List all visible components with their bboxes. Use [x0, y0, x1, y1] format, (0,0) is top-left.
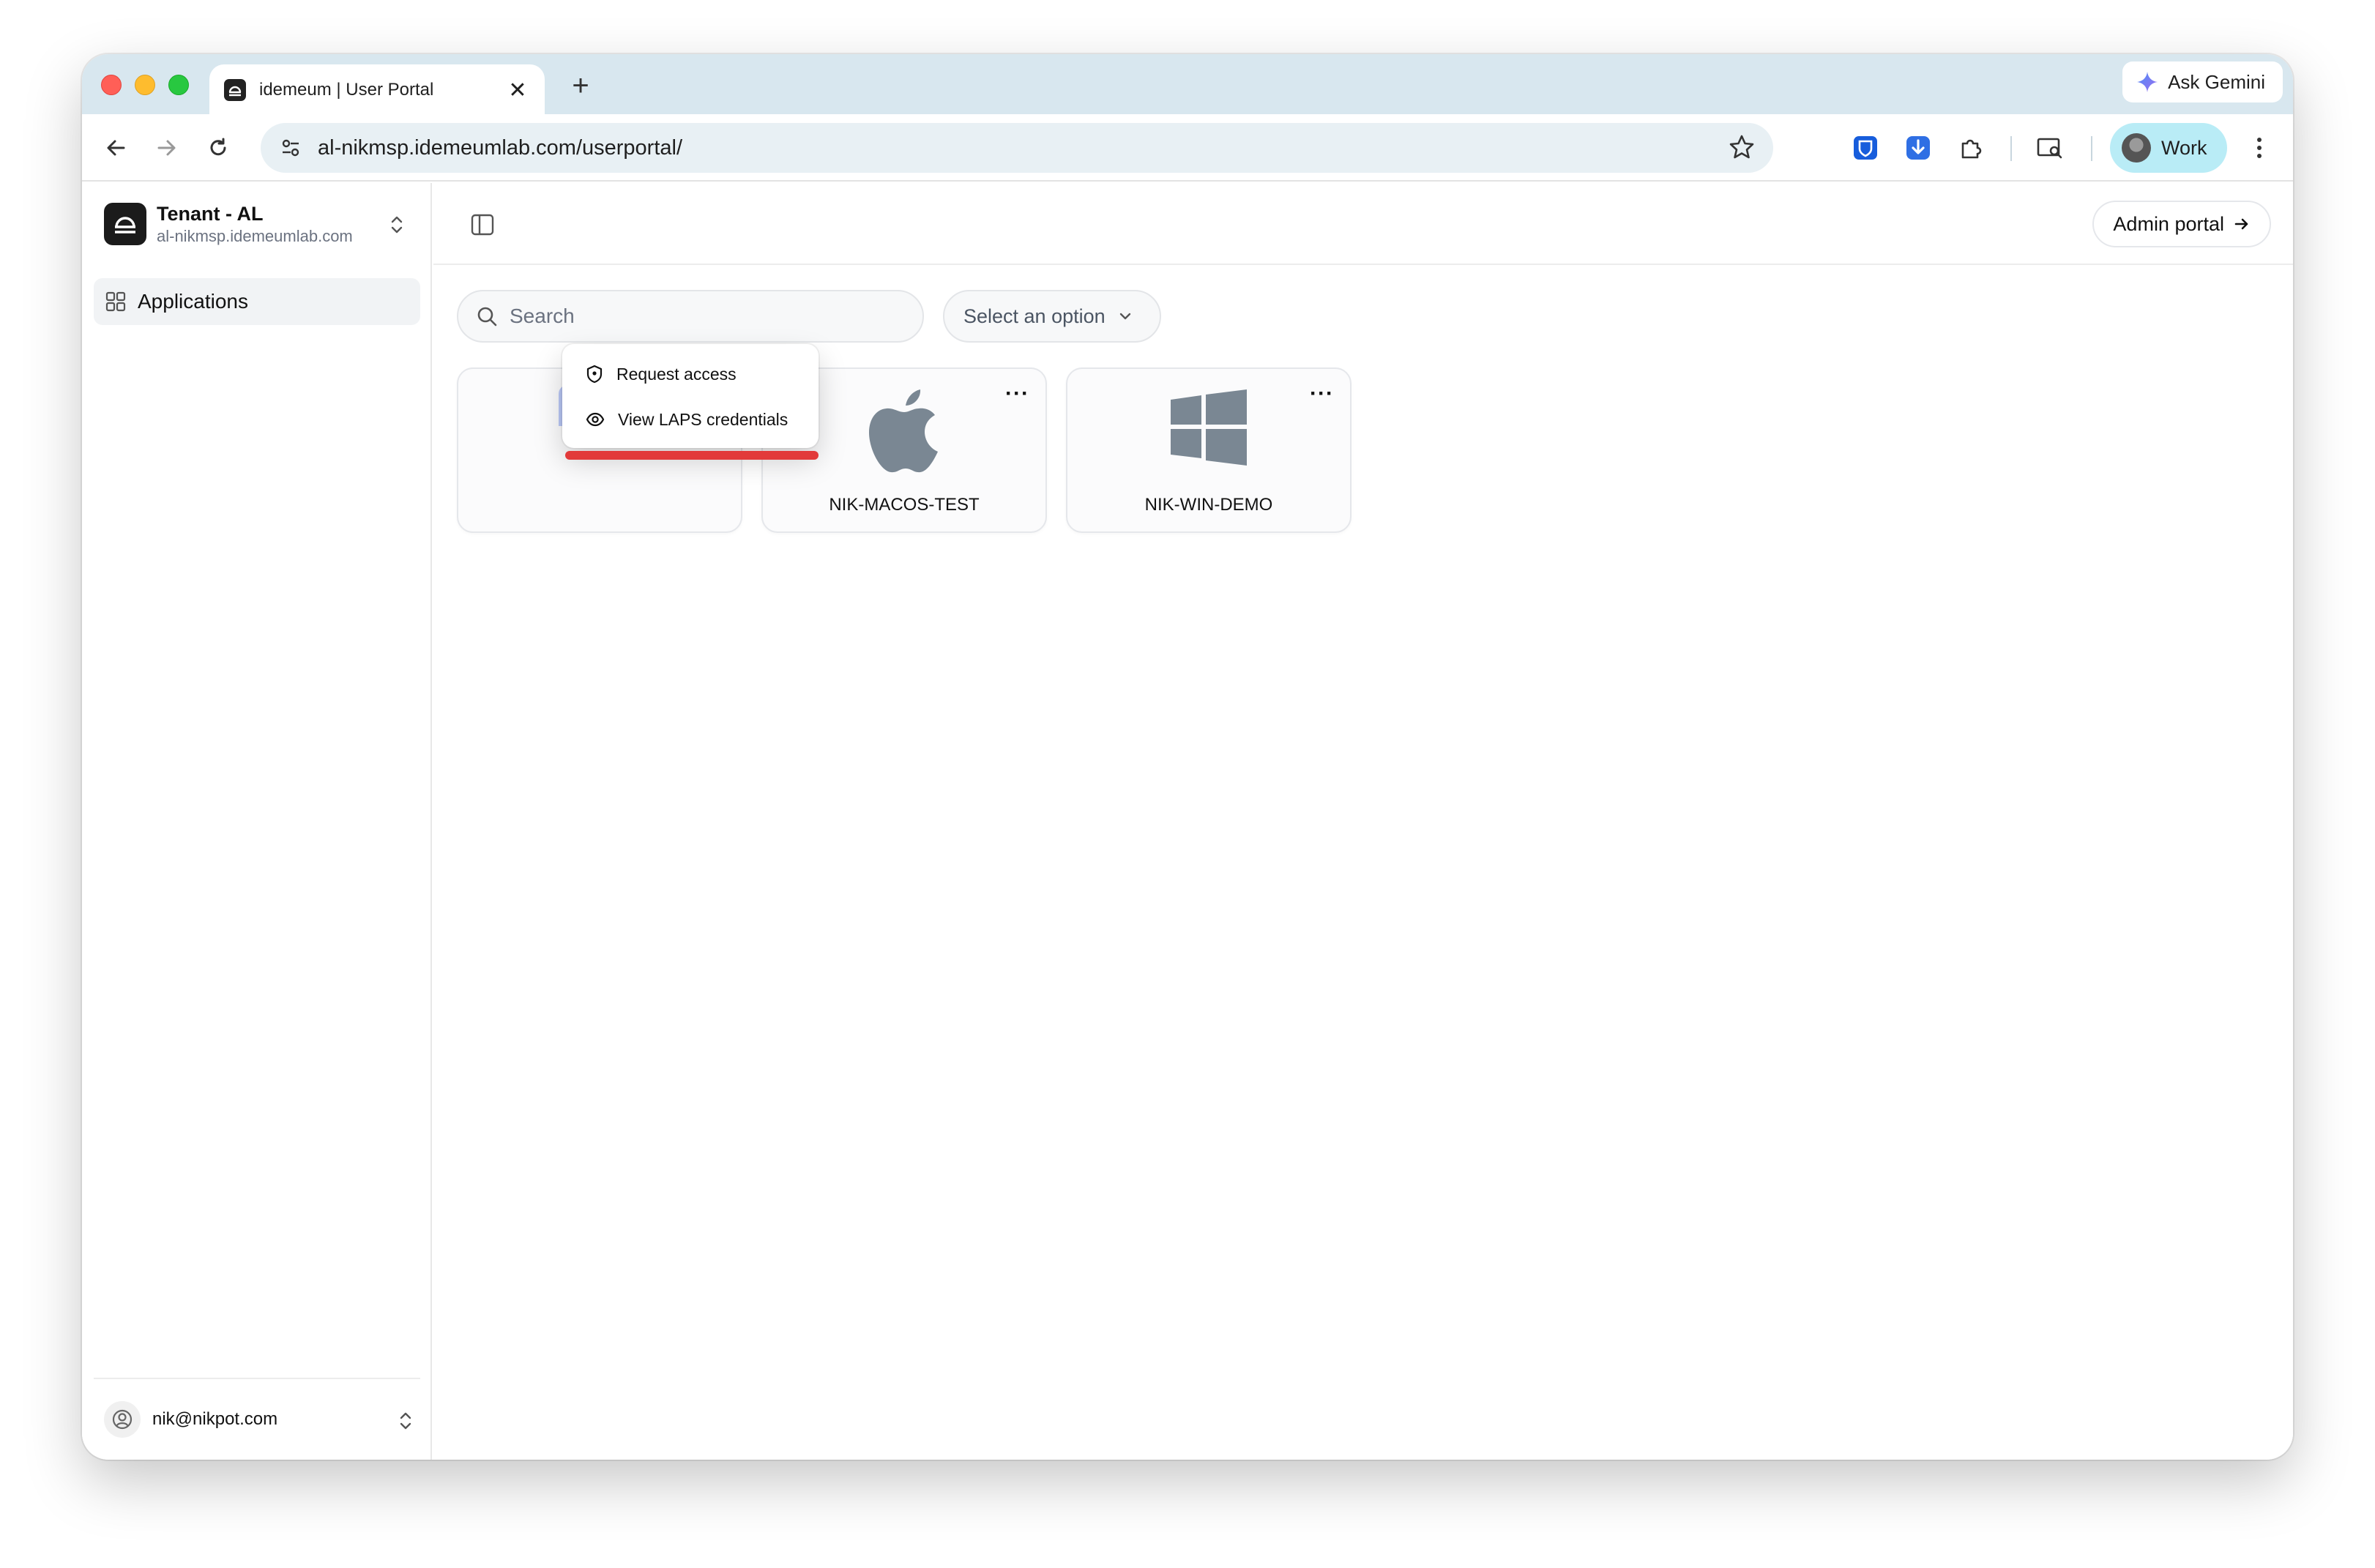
search-input[interactable]	[510, 305, 890, 328]
menu-item-label: Request access	[616, 364, 737, 384]
eye-icon	[586, 412, 605, 427]
browser-toolbar: al-nikmsp.idemeumlab.com/userportal/ Wor…	[82, 114, 2293, 182]
gemini-sparkle-icon	[2137, 72, 2158, 92]
menu-item-request-access[interactable]: Request access	[562, 351, 819, 397]
card-more-options-icon[interactable]: ···	[1310, 383, 1334, 405]
filter-select-label: Select an option	[963, 305, 1106, 327]
profile-chip[interactable]: Work	[2110, 123, 2227, 173]
menu-item-view-laps-credentials[interactable]: View LAPS credentials	[562, 397, 819, 442]
profile-avatar	[2122, 133, 2151, 163]
chevron-updown-icon	[398, 1410, 413, 1436]
arrow-right-icon	[2234, 218, 2248, 230]
app-context-menu: Request access View LAPS credentials	[562, 344, 819, 448]
menu-item-label: View LAPS credentials	[618, 409, 788, 429]
search-box[interactable]	[457, 290, 924, 343]
tenant-logo-icon	[104, 203, 146, 245]
profile-label: Work	[2161, 136, 2207, 159]
user-email: nik@nikpot.com	[152, 1409, 278, 1429]
sidebar-item-label: Applications	[138, 290, 248, 313]
close-window-button[interactable]	[101, 75, 122, 95]
forward-button[interactable]	[146, 127, 187, 168]
new-tab-button[interactable]: +	[562, 67, 599, 104]
maximize-window-button[interactable]	[168, 75, 189, 95]
app-name: NIK-MACOS-TEST	[829, 495, 980, 515]
card-more-options-icon[interactable]: ···	[1005, 383, 1029, 405]
grid-icon	[105, 291, 126, 312]
tab-favicon-icon	[224, 79, 246, 101]
cast-search-icon[interactable]	[2031, 129, 2069, 167]
toolbar-separator	[2091, 136, 2092, 161]
main-header: Admin portal	[433, 183, 2293, 265]
user-avatar-icon	[104, 1401, 141, 1438]
sidebar: Tenant - AL al-nikmsp.idemeumlab.com App…	[82, 183, 432, 1460]
tab-title: idemeum | User Portal	[259, 80, 434, 100]
address-bar[interactable]: al-nikmsp.idemeumlab.com/userportal/	[261, 123, 1773, 173]
chevron-down-icon	[1119, 313, 1130, 320]
bookmark-star-icon[interactable]	[1728, 133, 1756, 165]
forward-arrow-icon	[157, 140, 176, 156]
shield-icon	[586, 365, 603, 384]
title-bar: idemeum | User Portal ✕ + Ask Gemini	[82, 54, 2293, 116]
highlight-underline	[565, 451, 819, 460]
search-icon	[477, 307, 497, 326]
windows-icon	[1171, 389, 1247, 469]
main-content: Admin portal Select an option ···	[433, 183, 2293, 1460]
user-menu[interactable]: nik@nikpot.com	[94, 1378, 420, 1460]
back-button[interactable]	[95, 127, 136, 168]
download-extension-icon[interactable]	[1899, 129, 1937, 167]
tenant-switcher[interactable]: Tenant - AL al-nikmsp.idemeumlab.com	[104, 201, 411, 247]
bitwarden-extension-icon[interactable]	[1846, 129, 1884, 167]
toolbar-separator	[2010, 136, 2012, 161]
ask-gemini-button[interactable]: Ask Gemini	[2122, 61, 2283, 102]
extensions-puzzle-icon[interactable]	[1952, 129, 1990, 167]
browser-window: idemeum | User Portal ✕ + Ask Gemini al-	[82, 54, 2293, 1460]
app-name: NIK-WIN-DEMO	[1144, 495, 1273, 515]
browser-menu-icon[interactable]	[2240, 129, 2278, 167]
chevron-updown-icon	[389, 214, 404, 239]
admin-portal-button[interactable]: Admin portal	[2092, 201, 2271, 247]
site-settings-icon[interactable]	[272, 130, 309, 166]
filter-select[interactable]: Select an option	[943, 290, 1161, 343]
apple-icon	[869, 388, 939, 478]
tenant-name: Tenant - AL	[157, 202, 264, 225]
ask-gemini-label: Ask Gemini	[2168, 70, 2265, 93]
url-text[interactable]: al-nikmsp.idemeumlab.com/userportal/	[318, 136, 682, 160]
back-arrow-icon	[107, 140, 125, 156]
reload-button[interactable]	[198, 127, 239, 168]
admin-portal-label: Admin portal	[2113, 212, 2224, 235]
sidebar-toggle-icon[interactable]	[466, 208, 499, 242]
sidebar-item-applications[interactable]: Applications	[94, 278, 420, 325]
browser-tab[interactable]: idemeum | User Portal ✕	[209, 64, 545, 116]
reload-icon	[210, 138, 226, 156]
app-card[interactable]: ··· NIK-WIN-DEMO	[1066, 367, 1351, 533]
tab-close-icon[interactable]: ✕	[505, 78, 530, 103]
tenant-domain: al-nikmsp.idemeumlab.com	[157, 226, 353, 245]
minimize-window-button[interactable]	[135, 75, 155, 95]
